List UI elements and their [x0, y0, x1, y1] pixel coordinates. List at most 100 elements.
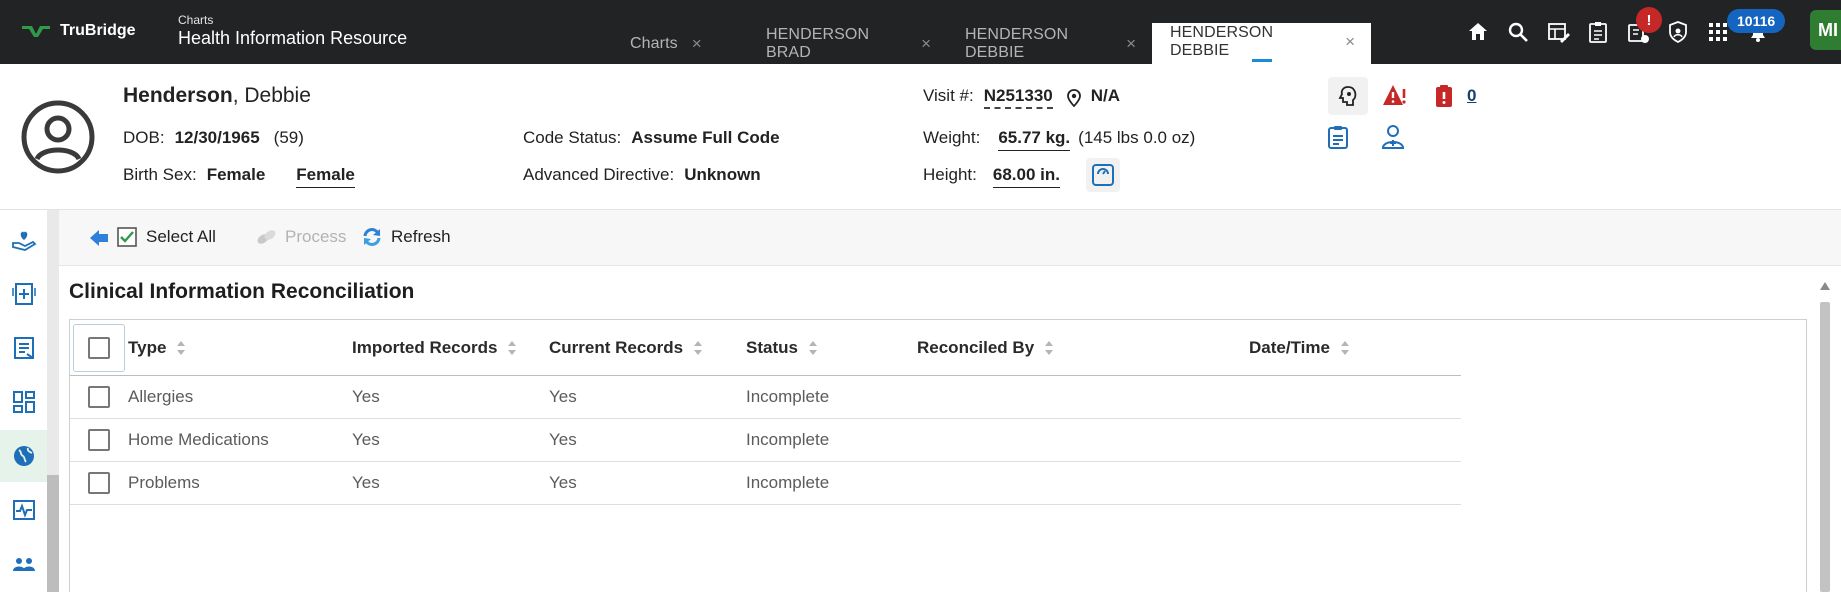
patient-banner: Henderson, Debbie DOB: 12/30/1965 (59) B… — [0, 64, 1841, 210]
content-scroll-thumb[interactable] — [1820, 302, 1830, 592]
cell-status: Incomplete — [746, 375, 917, 419]
column-header-reconciled-by[interactable]: Reconciled By — [917, 320, 1249, 376]
alert-count-link[interactable]: 0 — [1467, 86, 1476, 106]
tab-henderson-brad[interactable]: HENDERSON BRAD × — [748, 23, 947, 64]
weight-label: Weight: — [923, 128, 981, 147]
add-document-icon[interactable] — [0, 268, 47, 320]
row-checkbox[interactable] — [88, 472, 110, 494]
edit-table-icon[interactable] — [1538, 17, 1578, 47]
code-status-row: Code Status: Assume Full Code — [523, 128, 780, 148]
sort-icon[interactable] — [693, 340, 703, 356]
table-row[interactable]: Home Medications Yes Yes Incomplete — [70, 418, 1461, 462]
column-header-type[interactable]: Type — [128, 320, 352, 376]
birth-sex-value: Female — [206, 165, 266, 184]
cell-status: Incomplete — [746, 418, 917, 462]
height-label: Height: — [923, 165, 977, 184]
visit-row: Visit #: N251330 N/A — [923, 86, 1120, 109]
notes-icon[interactable] — [1318, 118, 1358, 156]
close-icon[interactable]: × — [921, 34, 931, 54]
location-value: N/A — [1090, 86, 1121, 105]
select-all-checkbox-icon[interactable] — [116, 226, 138, 248]
gender-link[interactable]: Female — [296, 165, 355, 188]
vitals-icon[interactable] — [0, 484, 47, 536]
people-icon[interactable] — [0, 538, 47, 590]
sort-icon[interactable] — [1340, 340, 1350, 356]
header-checkbox[interactable] — [88, 336, 110, 359]
cell-date-time — [1249, 418, 1461, 462]
top-bar: TruBridge Charts Health Information Reso… — [0, 0, 1841, 64]
trubridge-logo[interactable]: TruBridge — [22, 22, 136, 40]
column-header-imported-records[interactable]: Imported Records — [352, 320, 549, 376]
visit-number[interactable]: N251330 — [983, 86, 1053, 109]
dashboard-icon[interactable] — [0, 376, 47, 428]
app-subtitle: Charts — [178, 13, 214, 27]
column-label: Status — [746, 337, 798, 357]
patient-name: Henderson, Debbie — [123, 84, 311, 108]
tab-label: HENDERSON BRAD — [766, 25, 870, 61]
allergy-alert-icon[interactable] — [1375, 77, 1415, 115]
select-all-button[interactable]: Select All — [116, 226, 216, 248]
trubridge-logo-icon — [22, 26, 50, 37]
row-select-cell — [70, 418, 128, 462]
cell-current-records: Yes — [549, 418, 746, 462]
tab-henderson-debbie[interactable]: HENDERSON DEBBIE × — [947, 23, 1152, 64]
brain-icon[interactable] — [1328, 77, 1368, 115]
header-select-cell — [70, 320, 128, 376]
hand-care-icon[interactable] — [0, 214, 47, 266]
process-label: Process — [285, 227, 347, 246]
cell-current-records: Yes — [549, 375, 746, 419]
tab-henderson-debbie-active[interactable]: HENDERSON DEBBIE × — [1152, 23, 1371, 64]
rx-alert-icon[interactable]: ! — [1618, 7, 1662, 47]
process-button[interactable]: Process — [255, 226, 346, 248]
refresh-button[interactable]: Refresh — [361, 226, 451, 248]
row-select-cell — [70, 375, 128, 419]
home-icon[interactable] — [1458, 17, 1498, 47]
globe-icon[interactable] — [0, 430, 47, 482]
row-checkbox[interactable] — [88, 429, 110, 451]
isolation-icon[interactable] — [1426, 77, 1462, 115]
scroll-up-arrow-icon[interactable] — [1819, 280, 1831, 292]
clipboard-icon[interactable] — [1578, 17, 1618, 47]
column-header-date-time[interactable]: Date/Time — [1249, 320, 1461, 376]
column-label: Reconciled By — [917, 337, 1035, 357]
table-row[interactable]: Problems Yes Yes Incomplete — [70, 461, 1461, 505]
sort-icon[interactable] — [176, 340, 186, 356]
table-row[interactable]: Allergies Yes Yes Incomplete — [70, 375, 1461, 419]
weight-value[interactable]: 65.77 kg. — [998, 128, 1071, 151]
app-title-block: Charts Health Information Resource — [178, 13, 407, 49]
sort-icon[interactable] — [808, 340, 818, 356]
refresh-icon — [363, 228, 381, 246]
notification-count-badge[interactable]: 10116 — [1727, 9, 1786, 33]
column-header-status[interactable]: Status — [746, 320, 917, 376]
left-rail-scrollbar[interactable] — [47, 210, 59, 592]
birth-sex-row: Birth Sex: Female Female — [123, 165, 355, 188]
scale-icon[interactable] — [1086, 158, 1120, 192]
patient-last-name: Henderson — [123, 84, 233, 107]
left-rail-scroll-thumb[interactable] — [47, 475, 59, 592]
reconciliation-grid: Type Imported Records Current Records St… — [69, 319, 1807, 592]
cell-date-time — [1249, 461, 1461, 505]
close-icon[interactable]: × — [692, 34, 702, 54]
row-select-cell — [70, 461, 128, 505]
height-value[interactable]: 68.00 in. — [992, 165, 1060, 188]
search-icon[interactable] — [1498, 17, 1538, 47]
user-avatar[interactable]: MI — [1810, 10, 1841, 50]
row-checkbox[interactable] — [88, 386, 110, 408]
cell-current-records: Yes — [549, 461, 746, 505]
patient-avatar-icon — [21, 100, 95, 174]
back-arrow-icon[interactable] — [88, 227, 110, 249]
refresh-label: Refresh — [391, 227, 451, 246]
advanced-directive-row: Advanced Directive: Unknown — [523, 165, 761, 185]
content-scrollbar[interactable] — [1817, 280, 1833, 592]
report-icon[interactable] — [0, 322, 47, 374]
advanced-directive-value: Unknown — [684, 165, 761, 184]
cell-reconciled-by — [917, 418, 1249, 462]
sort-icon[interactable] — [1044, 340, 1054, 356]
sort-icon[interactable] — [507, 340, 517, 356]
care-team-icon[interactable] — [1373, 118, 1413, 156]
close-icon[interactable]: × — [1126, 34, 1136, 54]
shield-icon[interactable] — [1658, 17, 1698, 47]
tab-charts[interactable]: Charts × — [612, 23, 748, 64]
close-icon[interactable]: × — [1345, 32, 1355, 52]
column-header-current-records[interactable]: Current Records — [549, 320, 746, 376]
